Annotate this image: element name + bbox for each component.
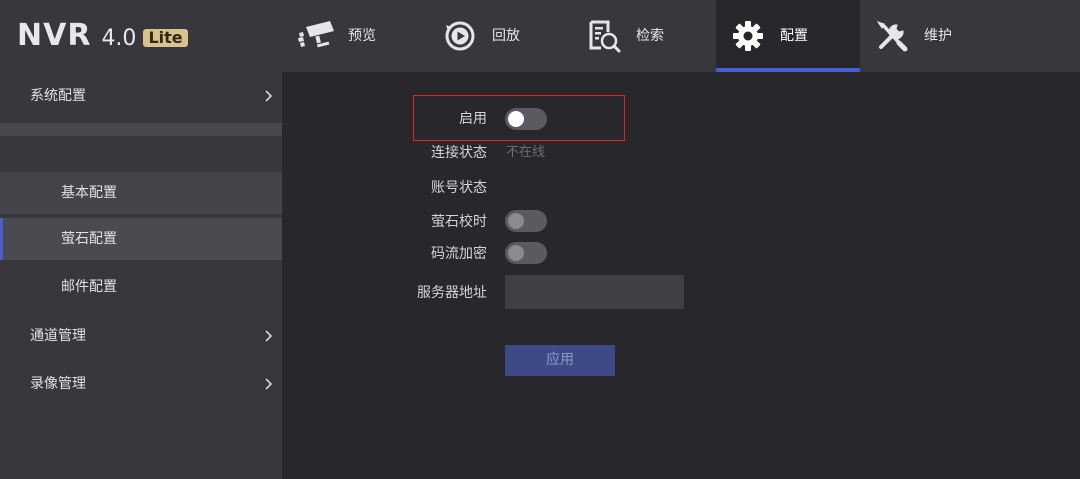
main-nav: 预览 回放 检索 配置 维护 (284, 0, 1004, 72)
logo-version: 4.0 (101, 26, 137, 51)
active-item-indicator (0, 218, 3, 260)
apply-button[interactable]: 应用 (505, 345, 615, 376)
nav-tab-config[interactable]: 配置 (716, 0, 860, 72)
sidebar-item-label: 通道管理 (30, 328, 86, 344)
gear-icon (728, 16, 768, 56)
sidebar-item-label: 邮件配置 (61, 279, 117, 295)
wrench-screwdriver-icon (872, 16, 912, 56)
server-address-input[interactable] (505, 275, 684, 309)
toggle-knob (508, 213, 524, 229)
nav-tab-label: 回放 (492, 28, 520, 44)
nav-tab-label: 维护 (924, 28, 952, 44)
sidebar-item-label: 录像管理 (30, 376, 86, 392)
logo-edition-badge: Lite (143, 29, 188, 47)
logo-brand: NVR (17, 18, 92, 53)
sidebar-item-label: 萤石配置 (61, 231, 117, 247)
account-status-label: 账号状态 (431, 180, 487, 196)
nav-tab-preview[interactable]: 预览 (284, 0, 428, 72)
sidebar-item-channel-management[interactable]: 通道管理 (0, 312, 282, 360)
sidebar-item-basic-config[interactable]: 基本配置 (0, 172, 282, 214)
toggle-knob (508, 111, 524, 127)
active-tab-indicator (716, 68, 860, 72)
nav-tab-maintenance[interactable]: 维护 (860, 0, 1004, 72)
nav-tab-playback[interactable]: 回放 (428, 0, 572, 72)
logo: NVR 4.0 Lite (17, 18, 188, 54)
top-bar: NVR 4.0 Lite 预览 回放 检索 配置 维护 (0, 0, 1080, 72)
playback-icon (440, 16, 480, 56)
search-document-icon (584, 16, 624, 56)
camera-icon (296, 16, 336, 56)
connection-status-label: 连接状态 (431, 145, 487, 161)
nav-tab-label: 预览 (348, 28, 376, 44)
stream-encryption-toggle[interactable] (505, 242, 547, 264)
sidebar-item-system-config[interactable]: 系统配置 (0, 72, 282, 120)
nav-tab-label: 检索 (636, 28, 664, 44)
sidebar-item-label: 系统配置 (30, 88, 86, 104)
sidebar-item-ezviz-config[interactable]: 萤石配置 (0, 218, 282, 260)
sidebar-divider (0, 123, 282, 136)
chevron-right-icon (265, 330, 273, 342)
sidebar-item-record-management[interactable]: 录像管理 (0, 360, 282, 408)
time-sync-toggle[interactable] (505, 210, 547, 232)
enable-toggle[interactable] (505, 108, 547, 130)
sidebar: 系统配置 基本配置 萤石配置 邮件配置 通道管理 录像管理 (0, 72, 282, 479)
nav-tab-label: 配置 (780, 28, 808, 44)
stream-encryption-label: 码流加密 (431, 246, 487, 262)
chevron-right-icon (265, 90, 273, 102)
server-address-label: 服务器地址 (417, 285, 487, 301)
time-sync-label: 萤石校时 (431, 214, 487, 230)
chevron-right-icon (265, 378, 273, 390)
enable-label: 启用 (459, 111, 487, 127)
sidebar-item-email-config[interactable]: 邮件配置 (0, 266, 282, 308)
toggle-knob (508, 245, 524, 261)
connection-status-value: 不在线 (506, 145, 546, 160)
sidebar-item-label: 基本配置 (61, 185, 117, 201)
nav-tab-search[interactable]: 检索 (572, 0, 716, 72)
